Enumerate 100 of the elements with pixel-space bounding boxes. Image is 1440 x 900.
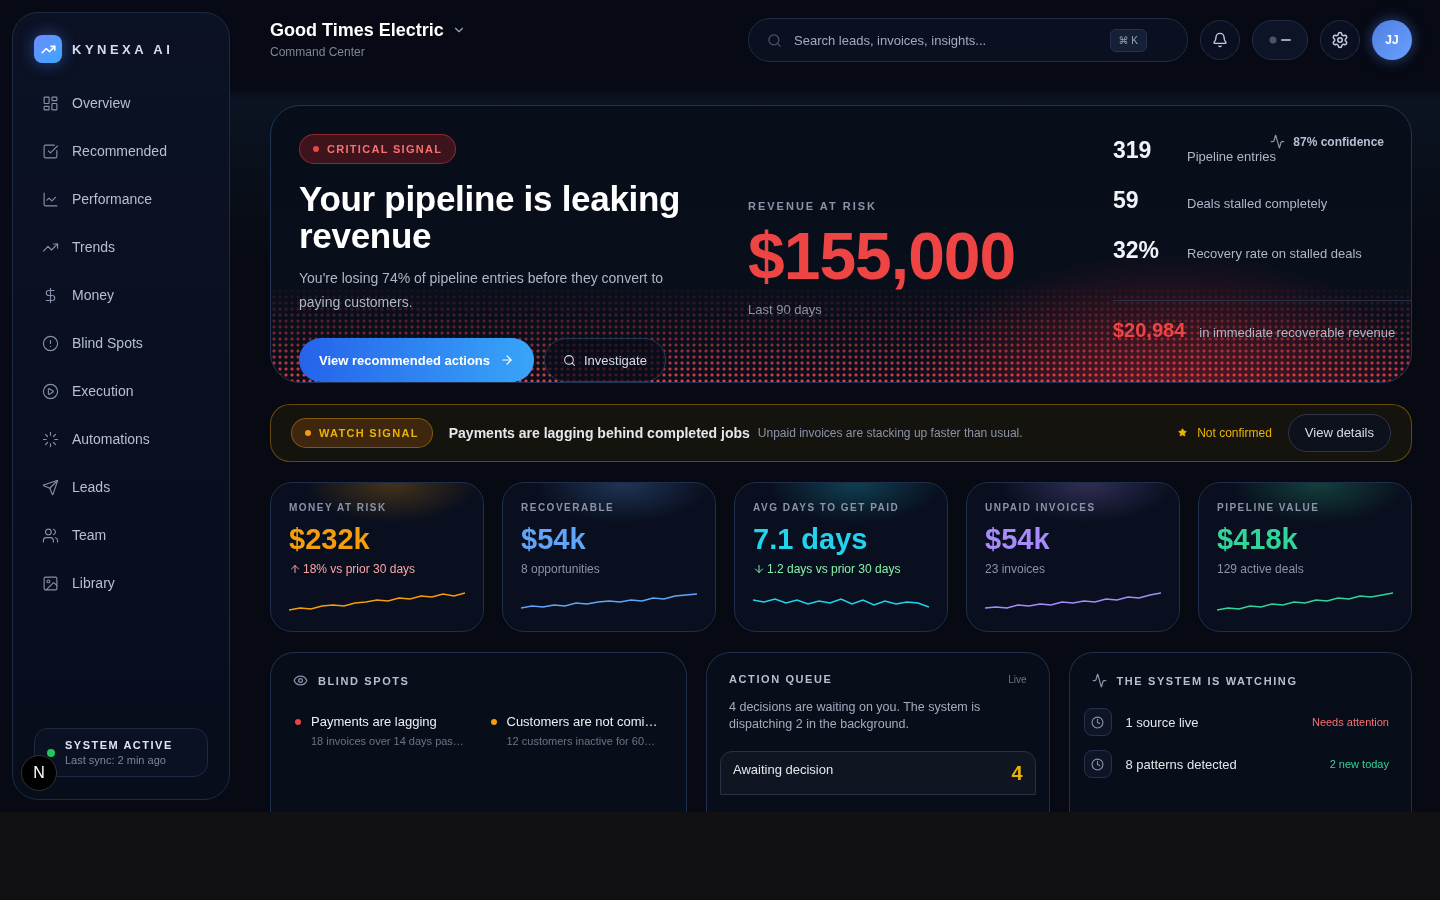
watch-row-label: 8 patterns detected [1125,756,1237,772]
kpi-label: RECOVERABLE [521,502,616,513]
dot-dash-icon [1269,36,1291,45]
stat-label: Pipeline entries [1187,149,1276,165]
nav-item[interactable]: Execution [34,369,208,413]
clock-icon [1083,708,1112,736]
watch-row-status: 2 new today [1329,758,1389,770]
nav-item[interactable]: Leads [34,465,208,509]
kpi-value: $232k [289,523,371,556]
blind-spot-detail: 12 customers inactive for 60… [506,735,657,747]
panel-title: BLIND SPOTS [318,674,410,687]
search-input[interactable]: Search leads, invoices, insights... [792,31,1100,49]
bell-icon [1212,32,1228,49]
dashboard-icon [42,94,59,112]
clock-icon [1083,750,1112,778]
view-details-button[interactable]: View details [1287,413,1391,452]
recoverable-amount: $20,984 [1113,319,1186,343]
recommended-actions-button[interactable]: View recommended actions [299,338,534,382]
recoverable-label: in immediate recoverable revenue [1199,325,1396,341]
search-icon [563,353,576,367]
dev-badge[interactable]: N [21,755,57,791]
kpi-note: 23 invoices [985,562,1047,576]
stat-label: Recovery rate on stalled deals [1187,246,1362,262]
panel-title: THE SYSTEM IS WATCHING [1116,674,1298,687]
kpi-value: 7.1 days [753,523,869,556]
pulse-icon [1091,673,1107,688]
nav-item[interactable]: Performance [34,177,208,221]
critical-badge: CRITICAL SIGNAL [299,134,457,165]
kpi-note: 129 active deals [1217,562,1305,576]
kpi-note: 1.2 days vs prior 30 days [753,562,929,576]
queue-label: Awaiting decision [733,762,834,779]
brand-name: KYNEXA AI [72,41,174,57]
stat-value: 319 [1113,137,1153,165]
nav-item[interactable]: Recommended [34,129,208,173]
logo-icon [34,35,62,63]
risk-period: Last 90 days [748,302,823,318]
blind-spot-detail: 18 invoices over 14 days pas… [311,735,465,747]
image-icon [42,574,59,592]
arrow-up-icon [289,563,301,575]
nav-item[interactable]: Library [34,561,208,605]
pulse-icon [1270,134,1286,150]
nav-item[interactable]: Overview [34,81,208,125]
stat-value: 59 [1113,187,1140,215]
confidence-label: 87% confidence [1270,134,1384,150]
search-field[interactable]: Search leads, invoices, insights... ⌘ K [748,18,1188,63]
watch-detail: Unpaid invoices are stacking up faster than usual. [757,425,1023,440]
arrow-down-icon [753,563,765,575]
queue-item[interactable]: Awaiting decision 4 [720,751,1036,795]
status-dot [47,749,55,757]
play-icon [42,382,59,400]
watch-row-label: 1 source live [1125,714,1199,730]
stat-value: 32% [1113,237,1161,265]
watch-title: Payments are lagging behind completed jobs [448,424,750,441]
checkbox-icon [42,142,59,160]
users-icon [42,526,59,544]
panel-title: ACTION QUEUE [729,673,833,685]
nav-item[interactable]: Automations [34,417,208,461]
risk-label: REVENUE AT RISK [748,200,878,213]
page-subtitle: Command Center [270,44,366,59]
spinner-icon [42,430,59,448]
kpi-label: PIPELINE VALUE [1217,502,1321,513]
star-icon [1178,428,1188,438]
blind-spot-title: Payments are lagging [311,714,438,729]
hero-title: Your pipeline is leaking revenue [299,180,682,255]
status-title: SYSTEM ACTIVE [65,739,174,751]
settings-icon [1331,31,1349,50]
nav-item[interactable]: Team [34,513,208,557]
notifications-button[interactable] [1200,20,1240,61]
kpi-note: 18% vs prior 30 days [289,562,465,576]
status-detail: Last sync: 2 min ago [65,754,167,766]
kpi-label: AVG DAYS TO GET PAID [753,502,901,513]
live-label: Live [1008,673,1027,685]
search-icon [767,32,782,48]
kpi-value: $54k [521,523,587,556]
kpi-note: 8 opportunities [521,562,601,576]
line-chart-icon [42,190,59,208]
kpi-value: $418k [1217,523,1299,556]
organization-switcher[interactable]: Good Times Electric [270,19,466,41]
hero-description: You're losing 74% of pipeline entries before they convert to paying customers. [299,269,665,313]
nav-item[interactable]: Trends [34,225,208,269]
nav-item[interactable]: Blind Spots [34,321,208,365]
blind-spot-title: Customers are not comi… [506,714,659,729]
kpi-label: UNPAID INVOICES [985,502,1097,513]
watch-status: Not confirmed [1178,425,1272,440]
eye-icon [293,673,308,688]
settings-button[interactable] [1320,20,1360,61]
alert-icon [42,334,59,352]
queue-count: 4 [1011,762,1023,786]
kpi-label: MONEY AT RISK [289,502,388,513]
watch-badge: WATCH SIGNAL [291,417,433,448]
nav-item[interactable]: Money [34,273,208,317]
stat-label: Deals stalled completely [1187,196,1328,212]
watch-row-status: Needs attention [1311,716,1389,728]
status-toggle[interactable] [1252,20,1308,61]
investigate-button[interactable]: Investigate [544,338,666,382]
risk-amount: $155,000 [748,218,1017,295]
queue-description: 4 decisions are waiting on you. The system is dispatching 2 in the background. [729,699,982,733]
kpi-value: $54k [985,523,1051,556]
shortcut-hint: ⌘ K [1109,28,1147,52]
send-icon [42,478,59,496]
